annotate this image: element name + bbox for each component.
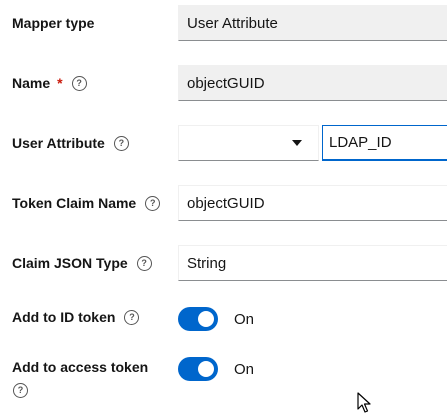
required-indicator: *	[57, 75, 63, 91]
add-to-access-token-label: Add to access token	[12, 359, 148, 375]
add-to-access-token-label-text: Add to access token	[12, 359, 149, 375]
token-claim-name-value: objectGUID	[187, 194, 265, 212]
mapper-type-label: Mapper type	[12, 15, 94, 31]
question-circle-icon[interactable]: ?	[136, 255, 152, 271]
question-circle-icon[interactable]: ?	[13, 383, 28, 398]
token-claim-name-row: Token Claim Name ? objectGUID	[0, 185, 447, 221]
name-row: Name * ? objectGUID	[0, 65, 447, 101]
name-value: objectGUID	[187, 74, 265, 92]
mapper-type-label-text: Mapper type	[12, 15, 95, 31]
add-to-access-token-toggle[interactable]	[178, 357, 218, 381]
claim-json-type-label-text: Claim JSON Type	[12, 255, 128, 271]
add-to-access-token-state: On	[234, 361, 255, 378]
user-attribute-row: User Attribute ? LDAP_ID	[0, 125, 447, 161]
add-to-id-token-label: Add to ID token ?	[12, 309, 140, 325]
claim-json-type-select[interactable]: String	[178, 245, 447, 281]
mapper-type-field: User Attribute	[178, 5, 447, 41]
claim-json-type-label: Claim JSON Type ?	[12, 255, 152, 271]
user-attribute-input[interactable]: LDAP_ID	[322, 125, 447, 161]
toggle-knob	[198, 311, 214, 327]
caret-down-icon	[292, 140, 302, 146]
token-claim-name-label: Token Claim Name ?	[12, 195, 161, 211]
claim-json-type-value: String	[187, 254, 227, 272]
user-attribute-label-text: User Attribute	[12, 135, 105, 151]
question-circle-icon[interactable]: ?	[124, 309, 140, 325]
question-circle-icon[interactable]: ?	[145, 195, 161, 211]
user-attribute-label: User Attribute ?	[12, 135, 129, 151]
add-to-id-token-row: Add to ID token ? On	[0, 305, 447, 333]
question-circle-icon[interactable]: ?	[71, 75, 87, 91]
token-claim-name-label-text: Token Claim Name	[12, 195, 137, 211]
user-attribute-value: LDAP_ID	[329, 134, 392, 151]
claim-json-type-row: Claim JSON Type ? String	[0, 245, 447, 281]
add-to-id-token-toggle[interactable]	[178, 307, 218, 331]
question-circle-icon[interactable]: ?	[113, 135, 129, 151]
add-to-id-token-label-text: Add to ID token	[12, 309, 116, 325]
name-label: Name * ?	[12, 75, 87, 91]
add-to-id-token-state: On	[234, 311, 255, 328]
user-attribute-select[interactable]	[178, 125, 319, 161]
mouse-pointer-icon	[357, 392, 371, 413]
toggle-knob	[198, 361, 214, 377]
token-claim-name-input[interactable]: objectGUID	[178, 185, 447, 221]
mapper-type-row: Mapper type User Attribute	[0, 5, 447, 41]
add-to-access-token-row: Add to access token ? On	[0, 355, 447, 405]
mapper-type-value: User Attribute	[187, 14, 278, 32]
name-label-text: Name	[12, 75, 51, 91]
name-field: objectGUID	[178, 65, 447, 101]
